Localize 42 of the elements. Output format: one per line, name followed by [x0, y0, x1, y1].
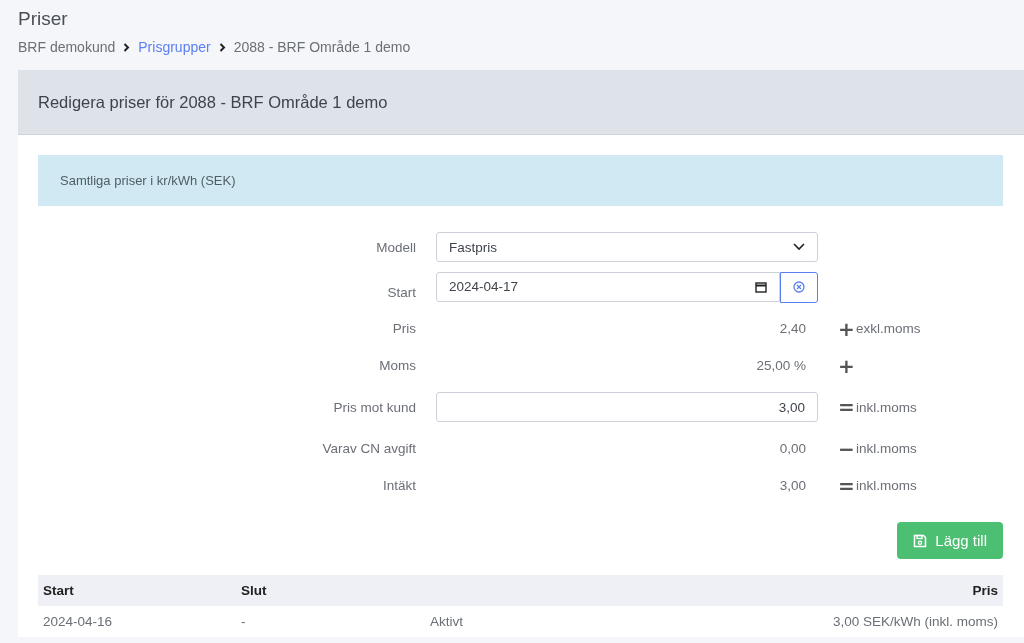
save-icon [913, 533, 928, 548]
field-label: Pris [391, 321, 416, 336]
chevron-right-icon [218, 42, 226, 52]
calendar-icon [755, 280, 767, 293]
date-field[interactable]: 2024-04-17 [436, 271, 780, 302]
operator-sign: − [838, 438, 854, 459]
field-label: Moms [378, 358, 416, 373]
clear-button[interactable] [780, 271, 818, 303]
column-header: Start [43, 583, 75, 598]
operator-sign: + [838, 355, 854, 376]
price-input[interactable]: 3,00 [436, 392, 818, 422]
field-label: Pris mot kund [332, 399, 416, 415]
model-select[interactable]: Fastpris [436, 232, 818, 262]
page-title: Priser [18, 7, 69, 31]
field-label: Varav CN avgift [321, 441, 416, 456]
operator-sign: = [838, 397, 854, 417]
info-alert: Samtliga priser i kr/kWh (SEK) [38, 155, 1003, 206]
table-cell-text: - [241, 614, 247, 629]
chevron-right-icon [123, 42, 131, 52]
table-cell-text: 2024-04-16 [43, 614, 114, 629]
chevron-down-icon [793, 243, 805, 251]
card-title: Redigera priser för 2088 - BRF Område 1 demo [38, 92, 388, 112]
breadcrumb-item: 2088 - BRF Område 1 demo [233, 39, 411, 55]
suffix-text: exkl.moms [856, 321, 922, 336]
value-text: 0,00 [778, 441, 807, 456]
table-cell: 3,00 SEK/kWh (inkl. moms) [832, 614, 998, 629]
suffix-text: inkl.moms [856, 478, 918, 493]
column-header: Pris [972, 583, 998, 598]
field-label: Start [386, 283, 416, 300]
field-label: Intäkt [381, 478, 416, 493]
column-header: Slut [241, 583, 268, 598]
table-cell-text: Aktivt [430, 614, 464, 629]
suffix-text: inkl.moms [856, 441, 918, 456]
value-text: 2,40 [778, 321, 807, 336]
suffix-text: inkl.moms [856, 399, 918, 415]
breadcrumb-item: BRF demokund [18, 39, 116, 55]
operator-sign: + [838, 318, 854, 339]
value-text: 25,00 % [755, 358, 807, 373]
value-text: 3,00 [778, 478, 807, 493]
clear-icon [793, 281, 805, 293]
operator-sign: = [838, 475, 854, 496]
field-label: Modell [375, 239, 416, 255]
